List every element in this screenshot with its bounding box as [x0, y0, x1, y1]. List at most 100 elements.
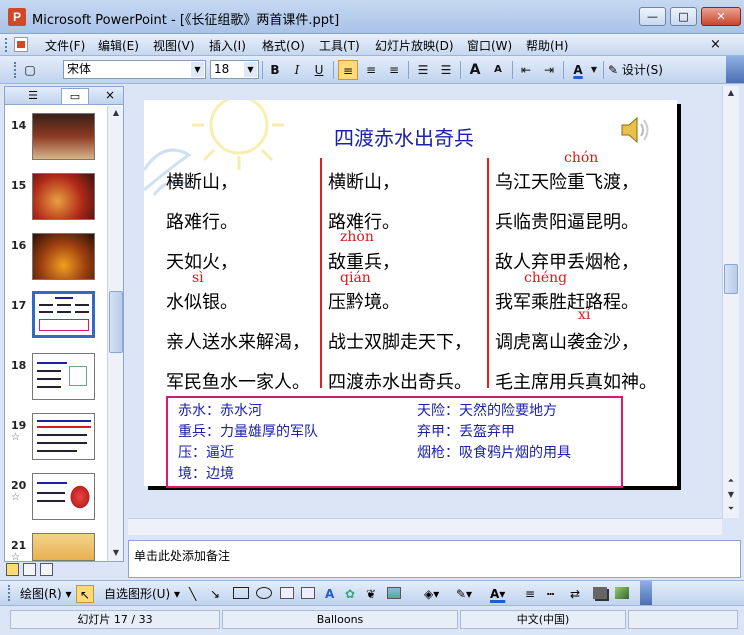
arrow-icon[interactable]: ↘ [210, 585, 220, 603]
slide-thumbnail-15[interactable] [32, 173, 95, 220]
vocab-note: 天险：天然的险要地方 [417, 403, 557, 419]
draw-menu-button[interactable]: 绘图(R) ▾ [20, 585, 72, 603]
picture-icon[interactable] [387, 587, 401, 599]
numbering-icon[interactable]: ☰ [413, 60, 433, 80]
clipart-icon[interactable]: ❦ [366, 585, 376, 603]
slide-thumbnail-17[interactable] [32, 291, 95, 338]
separator [460, 61, 461, 79]
menu-edit[interactable]: 编辑(E) [98, 37, 139, 54]
slide-vertical-scrollbar[interactable]: ▲ ⏶ ▼ ⏷ [722, 86, 739, 518]
shrink-font-button[interactable]: A [488, 60, 508, 80]
slide-horizontal-scrollbar[interactable] [128, 518, 722, 535]
slideshow-view-icon[interactable] [40, 563, 53, 576]
doc-close-button[interactable]: × [710, 37, 721, 52]
notes-placeholder[interactable]: 单击此处添加备注 [134, 547, 230, 564]
notes-pane[interactable]: 单击此处添加备注 [128, 540, 741, 578]
textbox-icon[interactable] [280, 587, 294, 599]
chevron-down-icon[interactable]: ▼ [588, 60, 600, 80]
slides-tab[interactable]: ▭ [61, 88, 89, 104]
normal-view-icon[interactable] [6, 563, 19, 576]
slide-thumbnail-20[interactable] [32, 473, 95, 520]
outline-tab[interactable]: ☰ [19, 88, 47, 104]
scrollbar-thumb[interactable] [109, 291, 123, 353]
scrollbar-thumb[interactable] [724, 264, 738, 294]
toolbar-options-button[interactable] [640, 581, 652, 605]
scroll-up-icon[interactable]: ▲ [109, 106, 123, 120]
shadow-style-icon[interactable] [593, 587, 607, 599]
slide-thumbnail-16[interactable] [32, 233, 95, 280]
increase-indent-icon[interactable]: ⇥ [539, 60, 559, 80]
design-button[interactable]: ✎ 设计(S) [608, 60, 663, 80]
font-size-select[interactable]: 18 ▼ [210, 60, 259, 79]
poem-line: 路难行。 [328, 212, 400, 233]
line-icon[interactable]: ╲ [189, 585, 196, 603]
line-color-icon[interactable]: ✎▾ [456, 585, 472, 603]
new-icon[interactable]: ▢ [20, 60, 40, 80]
italic-button[interactable]: I [287, 60, 307, 80]
wordart-icon[interactable]: A [325, 585, 334, 603]
autoshapes-button[interactable]: 自选图形(U) ▾ [104, 585, 180, 603]
menu-help[interactable]: 帮助(H) [526, 37, 568, 54]
menu-view[interactable]: 视图(V) [153, 37, 195, 54]
slide-title[interactable]: 四渡赤水出奇兵 [264, 122, 544, 151]
slide-thumbnail-21[interactable] [32, 533, 95, 561]
select-pointer-icon[interactable]: ↖ [76, 585, 94, 603]
menu-file[interactable]: 文件(F) [45, 37, 85, 54]
poem-line: 兵临贵阳逼昆明。 [495, 212, 639, 233]
vocabulary-box[interactable]: 赤水：赤水河 重兵：力量雄厚的军队 压：逼近 境：边境 天险：天然的险要地方 弃… [166, 396, 623, 488]
align-right-icon[interactable]: ≡ [384, 60, 404, 80]
dash-style-icon[interactable]: ┅ [547, 585, 554, 603]
underline-button[interactable]: U [309, 60, 329, 80]
scroll-down-icon[interactable]: ▼ [724, 488, 738, 502]
menu-grip[interactable] [5, 38, 8, 52]
slides-scrollbar[interactable]: ▲ ▼ [107, 106, 123, 561]
fill-color-icon[interactable]: ◈▾ [424, 585, 439, 603]
vertical-textbox-icon[interactable] [301, 587, 315, 599]
menu-slideshow[interactable]: 幻灯片放映(D) [375, 37, 454, 54]
toolbar-grip[interactable] [14, 62, 17, 78]
slide-thumbnail-19[interactable] [32, 413, 95, 460]
toolbar-options-button[interactable] [726, 56, 744, 83]
sorter-view-icon[interactable] [23, 563, 36, 576]
rectangle-icon[interactable] [233, 587, 249, 599]
diagram-icon[interactable]: ✿ [345, 585, 355, 603]
bullets-icon[interactable]: ☰ [436, 60, 456, 80]
scroll-down-icon[interactable]: ▼ [109, 546, 123, 560]
decrease-indent-icon[interactable]: ⇤ [516, 60, 536, 80]
toolbar-grip[interactable] [8, 585, 11, 601]
chevron-down-icon[interactable]: ▼ [191, 62, 204, 77]
close-icon[interactable]: × [105, 88, 115, 102]
3d-style-icon[interactable] [615, 587, 629, 599]
align-center-icon[interactable]: ≡ [361, 60, 381, 80]
menu-tools[interactable]: 工具(T) [319, 37, 360, 54]
slide-thumbnail-14[interactable] [32, 113, 95, 160]
align-left-icon[interactable]: ≡ [338, 60, 358, 80]
close-button[interactable]: ✕ [701, 7, 741, 26]
arrow-style-icon[interactable]: ⇄ [570, 585, 580, 603]
slide-canvas[interactable]: 四渡赤水出奇兵 chón zhòn sì qián chéng xí 横断山， … [144, 100, 677, 488]
previous-slide-icon[interactable]: ⏶ [724, 474, 738, 488]
poem-line: 压黔境。 [328, 292, 400, 313]
next-slide-icon[interactable]: ⏷ [724, 502, 738, 516]
slide-thumbnail-18[interactable] [32, 353, 95, 400]
menu-window[interactable]: 窗口(W) [467, 37, 512, 54]
minimize-button[interactable]: — [639, 7, 666, 26]
scroll-up-icon[interactable]: ▲ [724, 86, 738, 100]
bold-button[interactable]: B [265, 60, 285, 80]
poem-line: 水似银。 [166, 292, 238, 313]
slide-number: 17 [11, 299, 27, 312]
maximize-button[interactable]: □ [670, 7, 697, 26]
menu-format[interactable]: 格式(O) [262, 37, 305, 54]
font-color-button[interactable]: A [568, 60, 588, 80]
font-name-select[interactable]: 宋体 ▼ [63, 60, 206, 79]
chevron-down-icon[interactable]: ▼ [244, 62, 257, 77]
oval-icon[interactable] [256, 587, 272, 599]
speaker-icon[interactable] [618, 114, 652, 146]
animation-star-icon: ☆ [11, 432, 20, 443]
font-color-icon[interactable]: A▾ [490, 585, 505, 603]
view-buttons [6, 563, 66, 577]
grow-font-button[interactable]: A [465, 60, 485, 80]
document-icon[interactable] [14, 37, 28, 52]
line-style-icon[interactable]: ≡ [525, 585, 535, 603]
menu-insert[interactable]: 插入(I) [209, 37, 246, 54]
